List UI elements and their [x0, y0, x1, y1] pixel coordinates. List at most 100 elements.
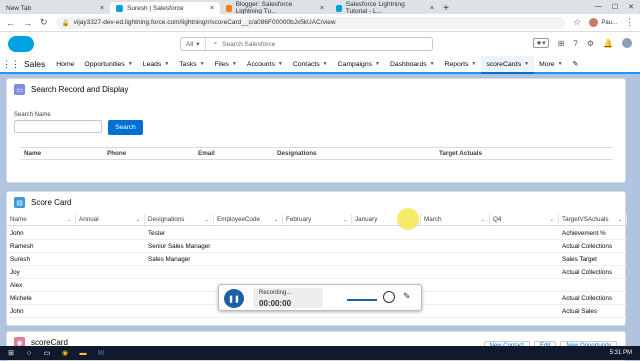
webcam-icon[interactable]: [383, 291, 395, 303]
salesforce-logo[interactable]: [8, 36, 34, 52]
col-february[interactable]: February ⌄: [283, 214, 352, 225]
table-cell: Ramesh: [10, 242, 34, 250]
tab-new-tab[interactable]: New Tab ×: [0, 2, 110, 14]
screen-recorder-widget: ❚❚ Recording... 00:00:00 ✎: [218, 284, 422, 311]
col-q4[interactable]: Q4 ⌄: [490, 214, 559, 225]
chevron-down-icon[interactable]: ▼: [375, 61, 380, 67]
chevron-down-icon[interactable]: ⌄: [618, 217, 622, 223]
cursor-highlight: [397, 208, 419, 230]
col-designations[interactable]: Designations ⌄: [145, 214, 214, 225]
table-cell: Actual Collections: [562, 294, 613, 302]
search-button[interactable]: Search: [108, 120, 143, 135]
table-cell: Joy: [10, 268, 20, 276]
pause-button[interactable]: ❚❚: [224, 289, 244, 308]
col-annual[interactable]: Annual ⌄: [76, 214, 145, 225]
volume-slider[interactable]: [347, 299, 377, 301]
chevron-down-icon[interactable]: ▼: [471, 61, 476, 67]
chevron-down-icon[interactable]: ⌄: [274, 217, 278, 223]
favorites-icon[interactable]: ★▾: [532, 38, 549, 48]
search-scope-select[interactable]: All ▾: [181, 38, 206, 50]
search-icon[interactable]: ○: [22, 348, 36, 358]
chevron-down-icon[interactable]: ▼: [128, 61, 133, 67]
col-email: Email: [198, 150, 215, 157]
table-cell: Sales Manager: [148, 255, 191, 263]
table-row[interactable]: Suresh Sales Manager Sales Target: [7, 253, 627, 266]
nav-leads[interactable]: Leads ▼: [138, 56, 174, 72]
help-icon[interactable]: ?: [573, 39, 577, 48]
close-icon[interactable]: ×: [320, 5, 324, 12]
edit-nav-pencil-icon[interactable]: ✎: [568, 56, 584, 72]
maximize-icon[interactable]: ☐: [612, 3, 618, 11]
chevron-down-icon[interactable]: ⌄: [67, 217, 71, 223]
table-row[interactable]: Joy Actual Collections: [7, 266, 627, 279]
chevron-down-icon[interactable]: ▼: [323, 61, 328, 67]
tab-blogger[interactable]: Blogger: Salesforce Lightning Tu... ×: [220, 1, 330, 15]
back-icon[interactable]: ←: [6, 18, 15, 28]
nav-tasks[interactable]: Tasks ▼: [174, 56, 209, 72]
task-view-icon[interactable]: ▭: [40, 348, 54, 358]
new-tab-button[interactable]: +: [440, 2, 452, 14]
user-avatar[interactable]: [622, 38, 632, 48]
nav-home[interactable]: Home: [51, 56, 79, 72]
url-field[interactable]: 🔒 vijay3327-dev-ed.lightning.force.com/l…: [55, 16, 566, 29]
bell-icon[interactable]: 🔔: [603, 39, 613, 48]
star-icon[interactable]: ☆: [573, 17, 581, 28]
chevron-down-icon[interactable]: ▼: [200, 61, 205, 67]
gear-icon[interactable]: ⚙: [587, 39, 594, 48]
col-employeecode[interactable]: EmployeeCode ⌄: [214, 214, 283, 225]
reload-icon[interactable]: ↻: [40, 17, 48, 28]
table-cell: Sales Target: [562, 255, 597, 263]
close-icon[interactable]: ×: [430, 5, 434, 12]
col-phone: Phone: [107, 150, 127, 157]
windows-start-icon[interactable]: ⊞: [4, 348, 18, 358]
card-title: Search Record and Display: [31, 85, 129, 94]
tab-salesforce[interactable]: Suresh | Salesforce ×: [110, 2, 220, 14]
nav-scorecards[interactable]: scoreCards ▼: [481, 56, 535, 74]
chevron-down-icon[interactable]: ▼: [430, 61, 435, 67]
chevron-down-icon[interactable]: ▼: [232, 61, 237, 67]
col-targetvsactuals[interactable]: TargetVSActuals ⌄: [559, 214, 627, 225]
search-input[interactable]: Search Salesforce: [222, 41, 275, 48]
chevron-down-icon[interactable]: ⌄: [481, 217, 485, 223]
table-row[interactable]: John Tester Achievement %: [7, 227, 627, 240]
chevron-down-icon[interactable]: ▼: [278, 61, 283, 67]
chevron-down-icon[interactable]: ▼: [524, 61, 529, 67]
chevron-down-icon[interactable]: ▼: [164, 61, 169, 67]
col-name[interactable]: Name ⌄: [7, 214, 76, 225]
nav-dashboards[interactable]: Dashboards ▼: [385, 56, 440, 72]
nav-reports[interactable]: Reports ▼: [440, 56, 482, 72]
nav-opportunities[interactable]: Opportunities ▼: [79, 56, 137, 72]
app-launcher-icon[interactable]: ⋮⋮: [0, 56, 22, 72]
chrome-icon[interactable]: ◉: [58, 348, 72, 358]
avatar: [589, 18, 599, 27]
close-icon[interactable]: ×: [210, 5, 214, 12]
minimize-icon[interactable]: —: [595, 3, 602, 11]
pen-icon[interactable]: ✎: [403, 291, 411, 302]
add-icon[interactable]: ⊞: [558, 39, 565, 48]
salesforce-header: All ▾ ⌕ Search Salesforce ★▾ ⊞ ? ⚙ 🔔: [0, 32, 640, 56]
table-cell: Tester: [148, 229, 166, 237]
profile-button[interactable]: Pau...: [589, 18, 617, 27]
word-icon[interactable]: W: [94, 348, 108, 358]
nav-files[interactable]: Files ▼: [210, 56, 242, 72]
nav-contacts[interactable]: Contacts ▼: [288, 56, 333, 72]
col-march[interactable]: March ⌄: [421, 214, 490, 225]
nav-more[interactable]: More ▼: [534, 56, 567, 72]
chevron-down-icon[interactable]: ⌄: [550, 217, 554, 223]
menu-icon[interactable]: ⋮: [625, 17, 634, 28]
table-row[interactable]: Ramesh Senior Sales Manager Actual Collect…: [7, 240, 627, 253]
file-explorer-icon[interactable]: ▬: [76, 348, 90, 358]
chevron-down-icon[interactable]: ⌄: [136, 217, 140, 223]
chevron-down-icon: ▼: [557, 61, 563, 67]
nav-campaigns[interactable]: Campaigns ▼: [333, 56, 385, 72]
chevron-down-icon[interactable]: ⌄: [205, 217, 209, 223]
tab-tutorial[interactable]: Salesforce Lightning Tutorial - L... ×: [330, 1, 440, 15]
nav-accounts[interactable]: Accounts ▼: [242, 56, 288, 72]
close-icon[interactable]: ×: [100, 5, 104, 12]
search-name-input[interactable]: [14, 120, 102, 133]
salesforce-favicon-icon: [116, 4, 123, 12]
global-search[interactable]: All ▾ ⌕ Search Salesforce: [180, 37, 433, 51]
forward-icon[interactable]: →: [23, 18, 32, 28]
chevron-down-icon[interactable]: ⌄: [343, 217, 347, 223]
close-window-icon[interactable]: ✕: [628, 3, 634, 11]
